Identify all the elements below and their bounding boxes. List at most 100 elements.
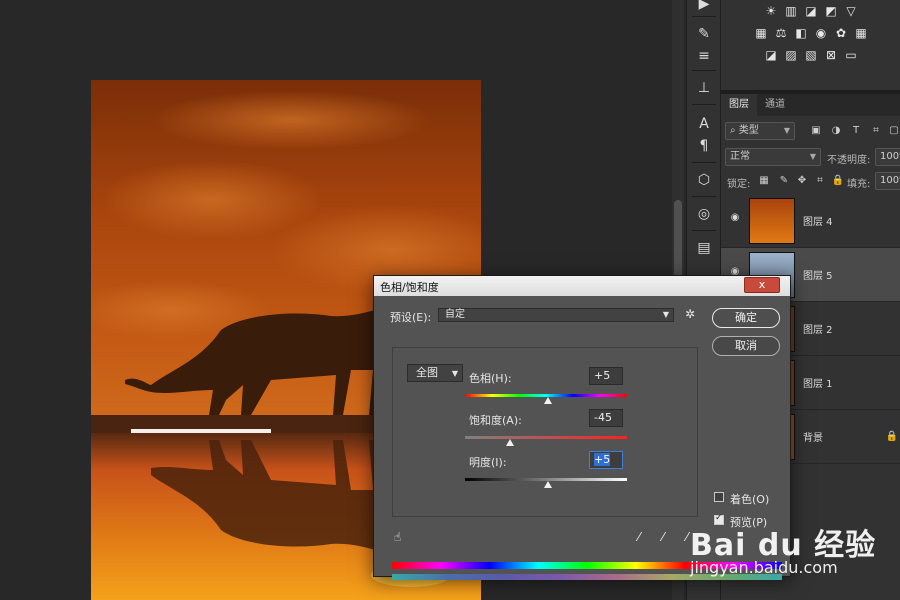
layer-name[interactable]: 背景 [803, 429, 823, 444]
lock-position-icon[interactable]: ✥ [795, 174, 809, 188]
gear-icon[interactable]: ✲ [682, 306, 698, 322]
fill-field[interactable]: 100% [875, 172, 900, 190]
tab-layers[interactable]: 图层 [721, 94, 757, 116]
strip-divider [692, 230, 716, 231]
brush-icon[interactable]: ✎ [694, 24, 714, 44]
shape-filter-icon[interactable]: ⌗ [869, 124, 883, 138]
lock-transparent-icon[interactable]: ▦ [757, 174, 771, 188]
hue-slider-thumb[interactable] [543, 397, 552, 404]
curves-icon[interactable]: ◪ [804, 4, 818, 18]
dialog-title-bar[interactable]: 色相/饱和度 x [374, 276, 790, 296]
search-icon: ⌕ [730, 125, 739, 136]
hue-value: +5 [594, 369, 611, 382]
threshold-icon[interactable]: ▧ [804, 48, 818, 62]
strip-divider [692, 70, 716, 71]
layer-thumbnail [749, 198, 795, 244]
preset-select[interactable]: 自定 ▼ [438, 308, 674, 322]
tab-channels[interactable]: 通道 [757, 94, 793, 116]
exposure-icon[interactable]: ◩ [824, 4, 838, 18]
adjustment-group: 全图 ▼ 色相(H): +5 饱和度(A): -45 明度(I): +5 [392, 347, 698, 517]
saturation-label: 饱和度(A): [469, 414, 522, 427]
lightness-value: +5 [594, 453, 611, 466]
lock-pixels-icon[interactable]: ✎ [777, 174, 791, 188]
3d-cube-icon[interactable]: ⬡ [694, 170, 714, 190]
gradient-map-icon[interactable]: ▭ [844, 48, 858, 62]
cancel-button[interactable]: 取消 [712, 336, 780, 356]
pixel-filter-icon[interactable]: ▣ [809, 124, 823, 138]
channel-select[interactable]: 全图 ▼ [407, 364, 463, 382]
adjustment-filter-icon[interactable]: ◑ [829, 124, 843, 138]
lock-all-icon[interactable]: 🔒 [831, 174, 845, 188]
saturation-value-field[interactable]: -45 [589, 409, 623, 427]
chevron-down-icon: ▼ [809, 152, 816, 161]
adjustments-panel: ☀ ▥ ◪ ◩ ▽ ▦ ⚖ ◧ ◉ ✿ ▦ ◪ ▨ ▧ ⊠ ▭ [721, 0, 900, 90]
channel-mixer-icon[interactable]: ✿ [834, 26, 848, 40]
lock-label: 锁定: [727, 179, 751, 190]
preset-value: 自定 [445, 309, 465, 320]
properties-icon[interactable]: ▤ [694, 238, 714, 258]
play-icon[interactable]: ▶ [694, 0, 714, 14]
blend-mode-select[interactable]: 正常 ▼ [725, 148, 821, 166]
on-image-adjust-hand-icon[interactable]: ☝ [394, 530, 410, 546]
layer-row[interactable]: ◉ 图层 4 [721, 194, 900, 248]
creative-cloud-icon[interactable]: ◎ [694, 204, 714, 224]
saturation-slider-thumb[interactable] [506, 439, 515, 446]
watermark-url: jingyan.baidu.com [690, 558, 838, 577]
levels-icon[interactable]: ▥ [784, 4, 798, 18]
lightness-label: 明度(I): [469, 456, 507, 469]
chevron-down-icon: ▼ [783, 126, 790, 135]
smart-object-filter-icon[interactable]: ▢ [887, 124, 900, 138]
strip-divider [692, 196, 716, 197]
close-button[interactable]: x [744, 277, 780, 293]
opacity-field[interactable]: 100% [875, 148, 900, 166]
strip-divider [692, 162, 716, 163]
invert-icon[interactable]: ◪ [764, 48, 778, 62]
layer-name[interactable]: 图层 5 [803, 267, 833, 282]
dialog-title: 色相/饱和度 [380, 281, 439, 294]
brightness-icon[interactable]: ☀ [764, 4, 778, 18]
color-lookup-icon[interactable]: ▦ [854, 26, 868, 40]
blend-mode-value: 正常 [730, 151, 750, 162]
hue-value-field[interactable]: +5 [589, 367, 623, 385]
layer-name[interactable]: 图层 2 [803, 321, 833, 336]
layer-name[interactable]: 图层 4 [803, 213, 833, 228]
ok-button[interactable]: 确定 [712, 308, 780, 328]
opacity-label: 不透明度: [827, 155, 871, 166]
type-filter-icon[interactable]: T [849, 124, 863, 138]
baidu-jingyan-watermark: Bai du 经验 jingyan.baidu.com [690, 520, 890, 580]
lock-icon: 🔒 [885, 431, 899, 442]
chevron-down-icon: ▼ [451, 369, 458, 378]
stamp-icon[interactable]: ⊥ [694, 78, 714, 98]
layer-name[interactable]: 图层 1 [803, 375, 833, 390]
eyedropper-plus-icon[interactable]: ⁄ [656, 530, 670, 546]
saturation-value: -45 [594, 411, 612, 424]
paragraph-icon[interactable]: ¶ [694, 136, 714, 156]
chevron-down-icon: ▼ [662, 310, 669, 319]
hue-label: 色相(H): [469, 372, 512, 385]
colorize-check-box[interactable] [714, 492, 724, 502]
color-balance-icon[interactable]: ⚖ [774, 26, 788, 40]
filter-kind-select[interactable]: ⌕ 类型 ▼ [725, 122, 795, 140]
character-icon[interactable]: A [694, 114, 714, 134]
lock-artboard-icon[interactable]: ⌗ [813, 174, 827, 188]
black-white-icon[interactable]: ◧ [794, 26, 808, 40]
eyedropper-icon[interactable]: ⁄ [632, 530, 646, 546]
lightness-value-field[interactable]: +5 [589, 451, 623, 469]
eye-icon[interactable]: ◉ [728, 212, 742, 226]
channel-value: 全图 [416, 366, 438, 379]
strip-divider [692, 104, 716, 105]
layers-tab-bar: 图层 通道 [721, 94, 900, 116]
vibrance-icon[interactable]: ▽ [844, 4, 858, 18]
fill-label: 填充: [847, 179, 871, 190]
selective-color-icon[interactable]: ⊠ [824, 48, 838, 62]
colorize-label: 着色(O) [730, 493, 770, 506]
posterize-icon[interactable]: ▨ [784, 48, 798, 62]
preset-label: 预设(E): [390, 311, 432, 324]
filter-kind-value: 类型 [738, 125, 759, 136]
layer-filter-row: ⌕ 类型 ▼ ▣ ◑ T ⌗ ▢ [725, 122, 900, 142]
saturation-slider-track[interactable] [465, 436, 627, 439]
lightness-slider-thumb[interactable] [543, 481, 552, 488]
hue-saturation-icon[interactable]: ▦ [754, 26, 768, 40]
photo-filter-icon[interactable]: ◉ [814, 26, 828, 40]
sliders-icon[interactable]: ≡ [694, 46, 714, 66]
